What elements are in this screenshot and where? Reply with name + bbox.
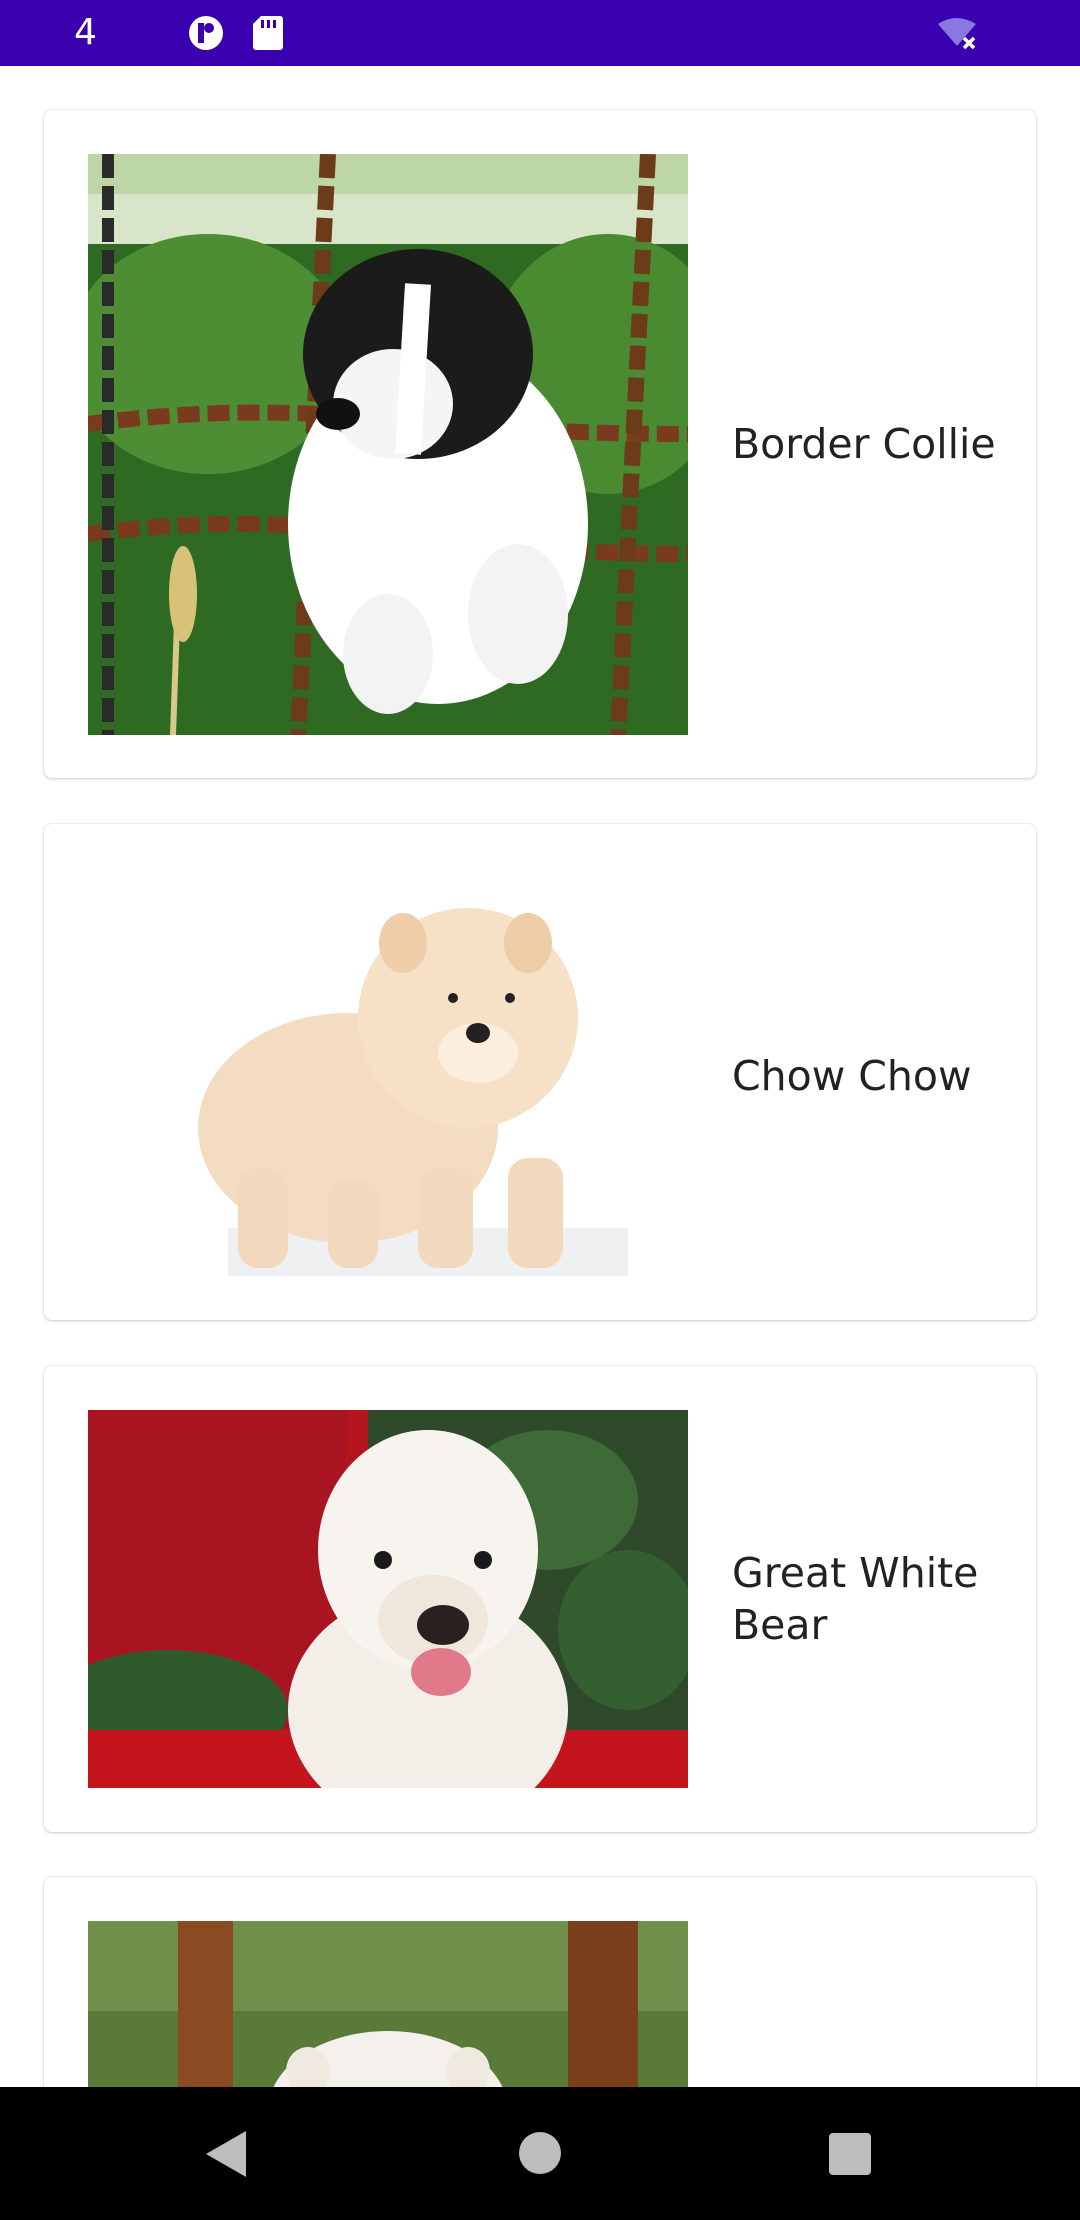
recents-icon[interactable] <box>828 2132 872 2181</box>
breed-card[interactable]: Border Collie <box>44 110 1036 778</box>
breed-name: Great White Bear <box>732 1549 979 1649</box>
breed-photo <box>88 154 688 735</box>
breed-photo <box>88 1921 688 2087</box>
breed-name: Chow Chow <box>732 1052 972 1100</box>
breed-card[interactable] <box>44 1877 1036 2087</box>
breed-photo <box>88 868 688 1276</box>
status-time: 4 <box>74 12 97 53</box>
wifi-off-icon <box>936 16 980 57</box>
breed-card[interactable]: Great White Bear <box>44 1366 1036 1832</box>
home-icon[interactable] <box>518 2131 562 2180</box>
breed-photo <box>88 1410 688 1788</box>
navigation-bar <box>0 2087 1080 2220</box>
breed-list[interactable]: Border Collie Chow Chow Great White Bear <box>0 66 1080 2087</box>
status-bar: 4 <box>0 0 1080 66</box>
sd-card-icon <box>252 14 284 57</box>
breed-card[interactable]: Chow Chow <box>44 824 1036 1320</box>
vpn-key-icon <box>186 14 226 57</box>
breed-name: Border Collie <box>732 420 996 468</box>
back-icon[interactable] <box>202 2129 250 2184</box>
